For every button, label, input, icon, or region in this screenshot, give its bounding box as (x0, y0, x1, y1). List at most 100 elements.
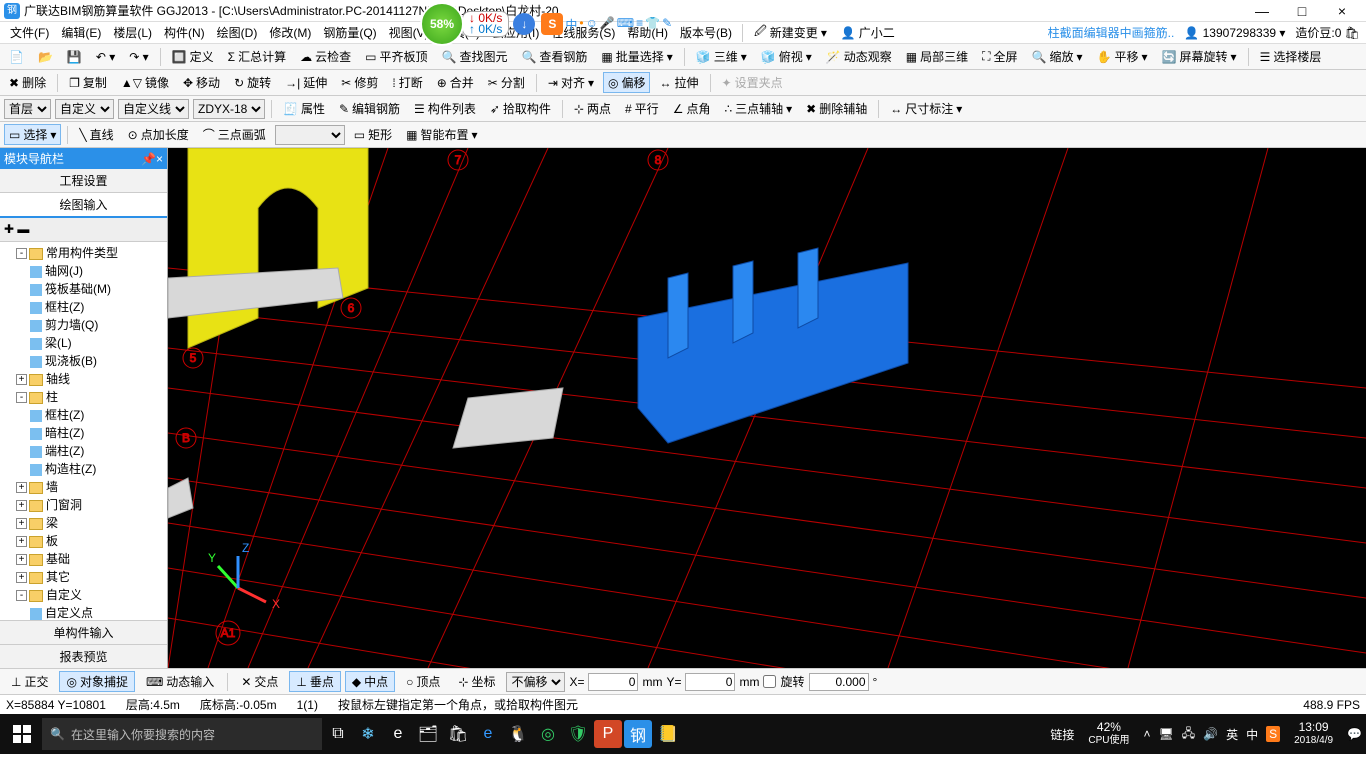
midpoint-toggle[interactable]: ◆ 中点 (345, 671, 395, 692)
ime-badge-sogou[interactable]: S (541, 13, 563, 35)
tree-node[interactable]: -柱 (2, 388, 165, 406)
fullscreen-button[interactable]: ⛶ 全屏 (977, 46, 1022, 67)
tray-link[interactable]: 链接 (1050, 726, 1074, 743)
tray-clock[interactable]: 13:092018/4/9 (1288, 720, 1339, 748)
window-close[interactable]: × (1322, 3, 1362, 19)
rotate-checkbox[interactable] (763, 675, 776, 688)
menu-modify[interactable]: 修改(M) (265, 24, 315, 41)
user-label[interactable]: 👤 广小二 (836, 22, 900, 43)
save-icon[interactable]: 💾 (62, 48, 87, 66)
edit-rebar-button[interactable]: ✎ 编辑钢筋 (334, 98, 405, 119)
account-phone[interactable]: 👤 13907298339 ▾ (1184, 26, 1285, 40)
delete-aux-button[interactable]: ✖ 删除辅轴 (801, 98, 872, 119)
app-edge-icon[interactable]: e (384, 720, 412, 748)
split-button[interactable]: ✂ 分割 (483, 72, 530, 93)
tray-volume-icon[interactable]: 🔊 (1203, 727, 1218, 741)
select-floor-button[interactable]: ☰ 选择楼层 (1255, 46, 1327, 67)
angle-input[interactable] (809, 673, 869, 691)
tab-project-settings[interactable]: 工程设置 (0, 169, 167, 193)
credit-label[interactable]: 造价豆:0 🛍 (1295, 24, 1360, 41)
menu-element[interactable]: 构件(N) (160, 24, 209, 41)
rect-tool[interactable]: ▭ 矩形 (349, 124, 397, 145)
tray-ime-cn[interactable]: 中 (1246, 726, 1258, 743)
tree-node[interactable]: 筏板基础(M) (2, 280, 165, 298)
vertex-toggle[interactable]: ○ 顶点 (399, 671, 447, 692)
code-select[interactable]: ZDYX-18 (193, 99, 265, 119)
local3d-button[interactable]: ▦ 局部三维 (901, 46, 973, 67)
viewport-3d[interactable]: 5 6 7 8 B A1 X Y Z (168, 148, 1366, 668)
task-view-icon[interactable]: ⧉ (324, 720, 352, 748)
tree-node[interactable]: 暗柱(Z) (2, 424, 165, 442)
tree-node[interactable]: 梁(L) (2, 334, 165, 352)
tree-node[interactable]: 自定义点 (2, 604, 165, 620)
coord-toggle[interactable]: ⊹ 坐标 (451, 671, 502, 692)
app-store-icon[interactable]: 🛍 (444, 720, 472, 748)
menu-rebar[interactable]: 钢筋量(Q) (319, 24, 380, 41)
tray-cpu[interactable]: 42%CPU使用 (1082, 720, 1135, 748)
download-dot[interactable]: ↓ (513, 13, 535, 35)
new-file-icon[interactable]: 📄 (4, 48, 29, 66)
menu-draw[interactable]: 绘图(D) (213, 24, 262, 41)
redo-icon[interactable]: ↷ ▾ (124, 48, 153, 66)
window-minimize[interactable]: — (1242, 3, 1282, 19)
define-button[interactable]: 🔲 定义 (167, 46, 219, 67)
parallel-button[interactable]: # 平行 (620, 98, 664, 119)
tree-node[interactable]: -常用构件类型 (2, 244, 165, 262)
mirror-button[interactable]: ▲▽ 镜像 (116, 72, 174, 93)
element-list-button[interactable]: ☰ 构件列表 (409, 98, 481, 119)
app-notes-icon[interactable]: 📒 (654, 720, 682, 748)
pick-element-button[interactable]: ➶ 拾取构件 (485, 98, 556, 119)
menu-edit[interactable]: 编辑(E) (57, 24, 105, 41)
tree-node[interactable]: 框柱(Z) (2, 298, 165, 316)
tree-node[interactable]: 轴网(J) (2, 262, 165, 280)
line-tool[interactable]: ╲ 直线 (74, 124, 118, 145)
align-button[interactable]: ⇥ 对齐 ▾ (543, 72, 599, 93)
app-360-icon[interactable]: ◎ (534, 720, 562, 748)
tray-ime-en[interactable]: 英 (1226, 726, 1238, 743)
tree-node[interactable]: 现浇板(B) (2, 352, 165, 370)
pan-button[interactable]: ✋ 平移 ▾ (1092, 46, 1153, 67)
tree-node[interactable]: +基础 (2, 550, 165, 568)
app-360safe-icon[interactable]: 🛡 (564, 720, 592, 748)
stretch-button[interactable]: ↔ 拉伸 (654, 72, 703, 93)
app-ppt-icon[interactable]: P (594, 720, 622, 748)
td-button[interactable]: 🧊 三维 ▾ (691, 46, 752, 67)
undo-icon[interactable]: ↶ ▾ (91, 48, 120, 66)
dyninput-toggle[interactable]: ⌨ 动态输入 (139, 671, 221, 692)
app-qq-icon[interactable]: 🐧 (504, 720, 532, 748)
point-length-tool[interactable]: ⊙ 点加长度 (123, 124, 194, 145)
pin-icon[interactable]: 📌 (141, 152, 156, 166)
menu-floor[interactable]: 楼层(L) (109, 24, 156, 41)
delete-button[interactable]: ✖ 删除 (4, 72, 51, 93)
dyn-observe-button[interactable]: 🪄 动态观察 (821, 46, 897, 67)
offset-mode-select[interactable]: 不偏移 (506, 672, 565, 692)
new-change-button[interactable]: 🖉 新建变更 ▾ (749, 20, 832, 45)
arc-options[interactable] (275, 125, 345, 145)
find-element-button[interactable]: 🔍 查找图元 (436, 46, 512, 67)
intersect-toggle[interactable]: ✕ 交点 (234, 671, 285, 692)
break-button[interactable]: ⁞ 打断 (387, 72, 427, 93)
twopoint-button[interactable]: ⊹ 两点 (569, 98, 616, 119)
sum-button[interactable]: Σ 汇总计算 (223, 46, 291, 67)
tree-node[interactable]: -自定义 (2, 586, 165, 604)
batch-select-button[interactable]: ▦ 批量选择 ▾ (596, 46, 677, 67)
tray-notifications-icon[interactable]: 💬 (1347, 727, 1362, 741)
select-tool[interactable]: ▭ 选择 ▾ (4, 124, 61, 145)
point-angle-button[interactable]: ∠ 点角 (668, 98, 716, 119)
start-button[interactable] (4, 718, 40, 750)
copy-button[interactable]: ❐ 复制 (64, 72, 112, 93)
flat-top-button[interactable]: ▭ 平齐板顶 (360, 46, 432, 67)
tray-battery-icon[interactable]: 🖥 (1158, 727, 1173, 741)
tray-up-icon[interactable]: ˄ (1143, 727, 1150, 741)
cloud-check-button[interactable]: ☁ 云检查 (295, 46, 356, 67)
merge-button[interactable]: ⊕ 合并 (432, 72, 479, 93)
window-maximize[interactable]: □ (1282, 3, 1322, 19)
tab-single-input[interactable]: 单构件输入 (0, 620, 167, 644)
tree-node[interactable]: +轴线 (2, 370, 165, 388)
dimension-button[interactable]: ↔ 尺寸标注 ▾ (885, 98, 967, 119)
tree-node[interactable]: +墙 (2, 478, 165, 496)
app-explorer-icon[interactable]: 🗂 (414, 720, 442, 748)
tree-node[interactable]: 框柱(Z) (2, 406, 165, 424)
perp-toggle[interactable]: ⊥ 垂点 (289, 671, 340, 692)
rotate-button[interactable]: ↻ 旋转 (229, 72, 276, 93)
